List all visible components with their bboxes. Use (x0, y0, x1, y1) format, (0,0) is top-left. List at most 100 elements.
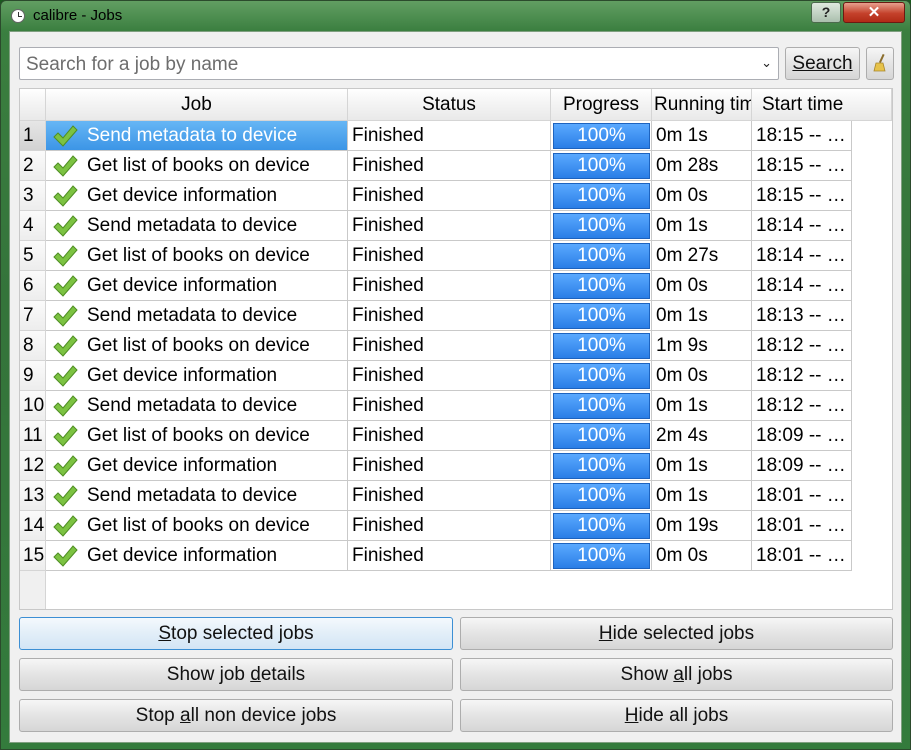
table-row[interactable]: 8 Get list of books on device Finished 100%… (20, 331, 892, 361)
running-time-cell[interactable]: 0m 1s (652, 301, 752, 331)
row-number[interactable]: 6 (20, 271, 46, 301)
column-header-running-time[interactable]: Running time (652, 89, 752, 121)
table-row[interactable]: 3 Get device information Finished 100% 0m 0s… (20, 181, 892, 211)
job-name-cell[interactable]: Get device information (46, 451, 348, 481)
row-number[interactable]: 11 (20, 421, 46, 451)
table-row[interactable]: 11 Get list of books on device Finished 100… (20, 421, 892, 451)
running-time-cell[interactable]: 0m 0s (652, 541, 752, 571)
row-number[interactable]: 1 (20, 121, 46, 151)
running-time-cell[interactable]: 2m 4s (652, 421, 752, 451)
row-number[interactable]: 10 (20, 391, 46, 421)
running-time-cell[interactable]: 0m 28s (652, 151, 752, 181)
close-button[interactable]: ✕ (843, 2, 905, 23)
job-name-cell[interactable]: Get device information (46, 271, 348, 301)
column-header-start-time[interactable]: Start time (752, 89, 892, 121)
corner-header[interactable] (20, 89, 46, 121)
status-cell[interactable]: Finished (348, 211, 551, 241)
status-cell[interactable]: Finished (348, 271, 551, 301)
progress-cell[interactable]: 100% (551, 331, 652, 361)
progress-cell[interactable]: 100% (551, 301, 652, 331)
running-time-cell[interactable]: 0m 19s (652, 511, 752, 541)
status-cell[interactable]: Finished (348, 481, 551, 511)
start-time-cell[interactable]: 18:15 -- … (752, 151, 852, 181)
progress-cell[interactable]: 100% (551, 241, 652, 271)
progress-cell[interactable]: 100% (551, 121, 652, 151)
start-time-cell[interactable]: 18:12 -- … (752, 361, 852, 391)
running-time-cell[interactable]: 0m 1s (652, 211, 752, 241)
row-number[interactable]: 13 (20, 481, 46, 511)
progress-cell[interactable]: 100% (551, 391, 652, 421)
row-number[interactable]: 15 (20, 541, 46, 571)
progress-cell[interactable]: 100% (551, 181, 652, 211)
job-name-cell[interactable]: Get list of books on device (46, 331, 348, 361)
row-number[interactable]: 3 (20, 181, 46, 211)
clear-search-button[interactable] (866, 47, 894, 80)
chevron-down-icon[interactable]: ⌄ (761, 55, 772, 71)
status-cell[interactable]: Finished (348, 541, 551, 571)
progress-cell[interactable]: 100% (551, 541, 652, 571)
table-row[interactable]: 1 Send metadata to device Finished 100% 0m 1… (20, 121, 892, 151)
running-time-cell[interactable]: 0m 27s (652, 241, 752, 271)
table-row[interactable]: 9 Get device information Finished 100% 0m 0s… (20, 361, 892, 391)
row-number[interactable]: 7 (20, 301, 46, 331)
hide-selected-jobs-button[interactable]: Hide selected jobs (460, 617, 893, 650)
progress-cell[interactable]: 100% (551, 421, 652, 451)
start-time-cell[interactable]: 18:09 -- … (752, 451, 852, 481)
status-cell[interactable]: Finished (348, 241, 551, 271)
progress-cell[interactable]: 100% (551, 481, 652, 511)
row-number[interactable]: 5 (20, 241, 46, 271)
running-time-cell[interactable]: 0m 0s (652, 361, 752, 391)
row-number[interactable]: 9 (20, 361, 46, 391)
status-cell[interactable]: Finished (348, 421, 551, 451)
table-row[interactable]: 6 Get device information Finished 100% 0m 0s… (20, 271, 892, 301)
column-header-status[interactable]: Status (348, 89, 551, 121)
progress-cell[interactable]: 100% (551, 271, 652, 301)
running-time-cell[interactable]: 1m 9s (652, 331, 752, 361)
progress-cell[interactable]: 100% (551, 451, 652, 481)
start-time-cell[interactable]: 18:15 -- … (752, 121, 852, 151)
progress-cell[interactable]: 100% (551, 211, 652, 241)
search-input[interactable] (24, 51, 753, 78)
row-number[interactable]: 4 (20, 211, 46, 241)
start-time-cell[interactable]: 18:01 -- … (752, 541, 852, 571)
running-time-cell[interactable]: 0m 0s (652, 181, 752, 211)
start-time-cell[interactable]: 18:01 -- … (752, 481, 852, 511)
job-name-cell[interactable]: Get list of books on device (46, 511, 348, 541)
running-time-cell[interactable]: 0m 1s (652, 481, 752, 511)
start-time-cell[interactable]: 18:13 -- … (752, 301, 852, 331)
start-time-cell[interactable]: 18:15 -- … (752, 181, 852, 211)
job-name-cell[interactable]: Get device information (46, 541, 348, 571)
search-combobox[interactable]: ⌄ (19, 47, 779, 80)
status-cell[interactable]: Finished (348, 331, 551, 361)
job-name-cell[interactable]: Send metadata to device (46, 301, 348, 331)
row-number[interactable]: 14 (20, 511, 46, 541)
table-row[interactable]: 13 Send metadata to device Finished 100% 0m … (20, 481, 892, 511)
start-time-cell[interactable]: 18:14 -- … (752, 211, 852, 241)
start-time-cell[interactable]: 18:09 -- … (752, 421, 852, 451)
stop-selected-jobs-button[interactable]: Stop selected jobs (19, 617, 453, 650)
job-name-cell[interactable]: Get list of books on device (46, 151, 348, 181)
running-time-cell[interactable]: 0m 1s (652, 391, 752, 421)
status-cell[interactable]: Finished (348, 361, 551, 391)
job-name-cell[interactable]: Get list of books on device (46, 241, 348, 271)
start-time-cell[interactable]: 18:14 -- … (752, 241, 852, 271)
column-header-job[interactable]: Job (46, 89, 348, 121)
table-row[interactable]: 12 Get device information Finished 100% 0m 1… (20, 451, 892, 481)
table-row[interactable]: 10 Send metadata to device Finished 100% 0m … (20, 391, 892, 421)
progress-cell[interactable]: 100% (551, 361, 652, 391)
help-button[interactable]: ? (811, 2, 841, 23)
stop-all-non-device-jobs-button[interactable]: Stop all non device jobs (19, 699, 453, 732)
status-cell[interactable]: Finished (348, 151, 551, 181)
show-all-jobs-button[interactable]: Show all jobs (460, 658, 893, 691)
running-time-cell[interactable]: 0m 0s (652, 271, 752, 301)
table-row[interactable]: 5 Get list of books on device Finished 100%… (20, 241, 892, 271)
status-cell[interactable]: Finished (348, 301, 551, 331)
job-name-cell[interactable]: Send metadata to device (46, 481, 348, 511)
status-cell[interactable]: Finished (348, 511, 551, 541)
row-number[interactable]: 2 (20, 151, 46, 181)
start-time-cell[interactable]: 18:12 -- … (752, 391, 852, 421)
row-number[interactable]: 8 (20, 331, 46, 361)
start-time-cell[interactable]: 18:01 -- … (752, 511, 852, 541)
job-name-cell[interactable]: Send metadata to device (46, 391, 348, 421)
job-name-cell[interactable]: Send metadata to device (46, 121, 348, 151)
